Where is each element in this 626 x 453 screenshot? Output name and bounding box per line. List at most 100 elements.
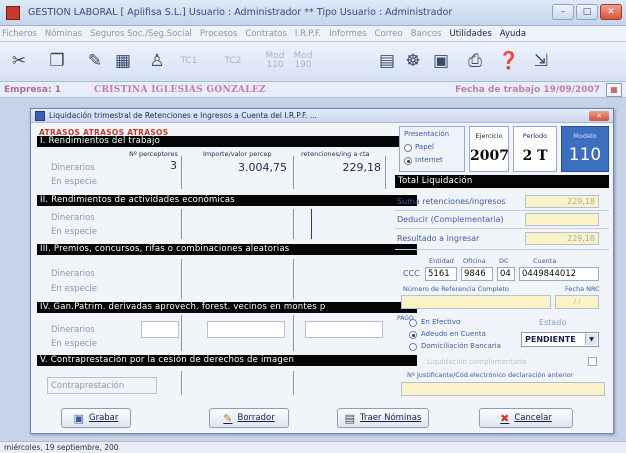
ccc-cuenta-field[interactable]: 0449844012 <box>519 267 599 281</box>
tc1-icon[interactable]: TC1 <box>176 48 202 74</box>
ccc-dc-field[interactable]: 04 <box>497 267 515 281</box>
radio-domiciliacion-label: Domiciliación Bancaria <box>421 342 501 350</box>
estado-select[interactable]: PENDIENTE ▼ <box>521 332 599 347</box>
estado-label: Estado <box>539 318 567 327</box>
radio-adeudo[interactable] <box>409 331 417 339</box>
minimize-button[interactable]: – <box>552 4 574 20</box>
mod190-icon[interactable]: Mod 190 <box>290 48 316 74</box>
toolbar: ✂ ❐ ✎ ▦ ♙ TC1 TC2 Mod 110 Mod 190 ▤ ☸ ▣ … <box>0 42 626 82</box>
close-button[interactable]: ✕ <box>600 4 622 20</box>
justificante-label: Nº Justificante/Cód.electrónico declarac… <box>407 371 574 379</box>
section-iv-importe-field[interactable] <box>207 321 285 338</box>
menu-procesos[interactable]: Procesos <box>200 29 237 39</box>
cancelar-button[interactable]: ✖ Cancelar <box>479 408 573 428</box>
mod110-icon[interactable]: Mod 110 <box>262 48 288 74</box>
radio-efectivo[interactable] <box>409 319 417 327</box>
complementaria-label: Liquidación complementaria <box>427 358 527 366</box>
tc2-icon[interactable]: TC2 <box>220 48 246 74</box>
nrc-fecha-field[interactable]: / / <box>555 295 599 309</box>
grabar-button[interactable]: ▣ Grabar <box>61 408 131 428</box>
section-i-importe[interactable]: 3.004,75 <box>211 161 287 174</box>
section-i-dinerarios: Dinerarios <box>51 163 95 173</box>
divider <box>395 249 609 250</box>
maximize-button[interactable]: □ <box>576 4 598 20</box>
fecha-value: 19/09/2007 <box>543 85 600 95</box>
section-iii-header: III. Premios, concursos, rifas o combina… <box>37 244 417 255</box>
complementaria-checkbox[interactable] <box>588 357 597 366</box>
divider <box>181 209 182 239</box>
menu-ayuda[interactable]: Ayuda <box>500 29 526 39</box>
menu-seguros[interactable]: Seguros Soc./Seg.Social <box>90 29 192 39</box>
deducir-label: Deducir (Complementaria) <box>397 215 504 224</box>
periodo-label: Período <box>522 132 548 140</box>
section-iv-retenciones-field[interactable] <box>305 321 383 338</box>
menu-irpf[interactable]: I.R.P.F. <box>295 29 321 39</box>
menu-bar: Ficheros Nóminas Seguros Soc./Seg.Social… <box>0 26 626 42</box>
radio-internet[interactable] <box>404 157 412 165</box>
help-icon[interactable]: ❓ <box>496 48 522 74</box>
ccc-entidad-field[interactable]: 5161 <box>425 267 457 281</box>
calculator-icon[interactable]: ▦ <box>110 48 136 74</box>
network-icon[interactable]: ☸ <box>400 48 426 74</box>
section-i-retenciones[interactable]: 229,18 <box>311 161 382 174</box>
cancel-icon: ✖ <box>500 411 510 425</box>
ejercicio-value[interactable]: 2007 <box>470 148 509 164</box>
documents-icon: ▤ <box>344 411 356 425</box>
documents-icon[interactable]: ❐ <box>44 48 70 74</box>
section-iv-dinerarios: Dinerarios <box>51 325 95 335</box>
person-icon[interactable]: ♙ <box>144 48 170 74</box>
radio-adeudo-label: Adeudo en Cuenta <box>421 330 486 338</box>
col-head-retenciones: retenciones/ing a cta <box>301 150 370 158</box>
cards-icon[interactable]: ▤ <box>374 48 400 74</box>
edit-icon[interactable]: ✎ <box>82 48 108 74</box>
exit-icon[interactable]: ⇲ <box>528 48 554 74</box>
ccc-oficina-field[interactable]: 9846 <box>461 267 493 281</box>
section-i-header: I. Rendimientos del trabajo <box>37 136 417 147</box>
borrador-label: Borrador <box>237 413 275 423</box>
justificante-field[interactable] <box>401 382 605 396</box>
borrador-button[interactable]: ✎ Borrador <box>209 408 289 428</box>
divider <box>385 156 386 189</box>
monitor-icon[interactable]: ▣ <box>428 48 454 74</box>
radio-domiciliacion[interactable] <box>409 343 417 351</box>
menu-utilidades[interactable]: Utilidades <box>449 29 491 39</box>
periodo-value[interactable]: 2 T <box>514 148 556 164</box>
menu-informes[interactable]: Informes <box>329 29 366 39</box>
calendar-button[interactable]: ▦ <box>606 83 622 97</box>
empresa-name: CRISTINA IGLESIAS GONZALEZ <box>94 85 266 95</box>
radio-papel-label: Papel <box>415 143 434 151</box>
menu-contratos[interactable]: Contratos <box>245 29 287 39</box>
traer-nominas-button[interactable]: ▤ Traer Nóminas <box>337 408 429 428</box>
section-iv-perceptores-field[interactable] <box>141 321 179 338</box>
total-liquidacion-header: Total Liquidación <box>395 175 609 188</box>
ejercicio-box: Ejercicio 2007 <box>469 126 509 172</box>
scissors-icon[interactable]: ✂ <box>6 48 32 74</box>
divider <box>293 315 294 351</box>
resultado-label: Resultado a ingresar <box>397 234 480 243</box>
radio-papel[interactable] <box>404 144 412 152</box>
divider <box>181 156 182 189</box>
menu-bancos[interactable]: Bancos <box>411 29 442 39</box>
menu-correo[interactable]: Correo <box>375 29 403 39</box>
menu-ficheros[interactable]: Ficheros <box>2 29 37 39</box>
section-i-perceptores[interactable]: 3 <box>143 159 177 172</box>
chevron-down-icon[interactable]: ▼ <box>585 334 597 345</box>
divider <box>181 315 182 351</box>
dialog-close-button[interactable]: ✕ <box>589 111 609 121</box>
app-icon <box>6 6 20 20</box>
menu-nominas[interactable]: Nóminas <box>45 29 82 39</box>
resultado-field: 229,18 <box>525 232 599 245</box>
irpf-dialog: Liquidación trimestral de Retenciones e … <box>30 108 614 434</box>
ccc-label: CCC <box>403 269 420 278</box>
deducir-field[interactable] <box>525 213 599 226</box>
cancelar-label: Cancelar <box>514 413 552 423</box>
window-controls: – □ ✕ <box>552 4 622 20</box>
presentacion-group: Presentación Papel Internet <box>399 126 465 172</box>
printer-icon[interactable]: ⎙ <box>462 48 488 74</box>
divider <box>293 156 294 189</box>
col-head-perceptores: Nº perceptores <box>129 150 178 158</box>
divider <box>181 259 182 299</box>
empresa-bar: Empresa: 1 CRISTINA IGLESIAS GONZALEZ Fe… <box>0 82 626 98</box>
nrc-ref-field[interactable] <box>401 295 551 309</box>
section-v-header: V. Contraprestación por la cesión de der… <box>37 355 417 366</box>
